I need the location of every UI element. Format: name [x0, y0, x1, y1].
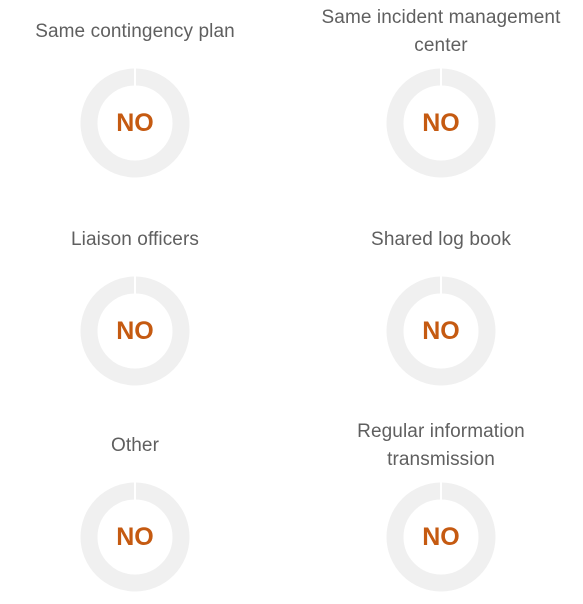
donut-value-label: NO — [422, 317, 460, 345]
donut-chart-cell: Other NO — [0, 414, 280, 604]
donut-chart-cell: Same incident management center NO — [296, 0, 583, 190]
chart-title: Same contingency plan — [35, 21, 235, 42]
chart-title: Other — [110, 435, 160, 456]
donut-chart: NO — [386, 68, 496, 178]
donut-chart: NO — [80, 68, 190, 178]
donut-value-label: NO — [422, 523, 460, 551]
donut-chart: NO — [386, 482, 496, 592]
donut-chart: NO — [80, 276, 190, 386]
donut-value-label: NO — [116, 317, 154, 345]
donut-chart-cell: Shared log book NO — [296, 208, 583, 398]
chart-title: Shared log book — [371, 229, 511, 250]
donut-chart-cell: Liaison officers NO — [0, 208, 280, 398]
donut-value-label: NO — [422, 109, 460, 137]
donut-value-label: NO — [116, 523, 154, 551]
donut-chart: NO — [80, 482, 190, 592]
donut-value-label: NO — [116, 109, 154, 137]
chart-title: Same incident management center — [321, 7, 561, 56]
donut-chart-cell: Regular information transmission NO — [296, 414, 583, 604]
chart-title: Liaison officers — [71, 229, 199, 250]
donut-chart: NO — [386, 276, 496, 386]
donut-chart-cell: Same contingency plan NO — [0, 0, 280, 190]
chart-title: Regular information transmission — [357, 421, 525, 470]
